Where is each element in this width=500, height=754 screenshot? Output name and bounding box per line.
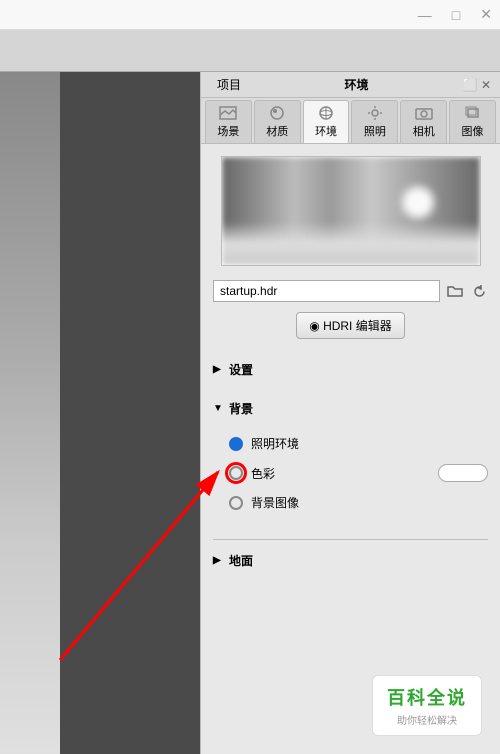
section-background: ▼ 背景 照明环境 色彩 背景图像 bbox=[213, 396, 488, 525]
radio-unselected-icon bbox=[229, 466, 243, 480]
tab-camera[interactable]: 相机 bbox=[400, 100, 447, 143]
radio-label: 色彩 bbox=[251, 465, 275, 482]
hdri-filename-input[interactable] bbox=[213, 280, 440, 302]
expand-arrow-icon: ▼ bbox=[213, 403, 225, 414]
section-settings: ▶ 设置 bbox=[213, 357, 488, 382]
watermark-title: 百科全说 bbox=[387, 684, 467, 710]
tab-environment[interactable]: 环境 bbox=[303, 100, 350, 143]
sphere-icon: ◉ bbox=[309, 319, 323, 333]
panel-body: ◉ HDRI 编辑器 ▶ 设置 ▼ 背景 照明环境 bbox=[201, 144, 500, 754]
panel-popout-icon[interactable]: ⬜ bbox=[462, 78, 478, 92]
tab-row: 场景 材质 环境 照明 bbox=[201, 98, 500, 144]
refresh-icon[interactable] bbox=[470, 282, 488, 300]
tab-material[interactable]: 材质 bbox=[254, 100, 301, 143]
close-window-button[interactable]: ✕ bbox=[480, 6, 492, 23]
watermark: 百科全说 助你轻松解决 bbox=[372, 675, 482, 736]
tab-image[interactable]: 图像 bbox=[449, 100, 496, 143]
window-titlebar: — □ ✕ bbox=[0, 0, 500, 30]
collapse-arrow-icon: ▶ bbox=[213, 364, 225, 375]
environment-icon bbox=[316, 105, 336, 121]
viewport-render-area bbox=[60, 72, 200, 754]
camera-icon bbox=[414, 105, 434, 121]
section-title: 设置 bbox=[229, 361, 253, 378]
section-ground-header[interactable]: ▶ 地面 bbox=[213, 548, 488, 573]
properties-panel: 项目 环境 ⬜ ✕ 场景 材质 环境 bbox=[200, 72, 500, 754]
section-title: 背景 bbox=[229, 400, 253, 417]
project-tab[interactable]: 项目 bbox=[207, 74, 251, 95]
divider bbox=[213, 539, 488, 540]
tab-lighting[interactable]: 照明 bbox=[351, 100, 398, 143]
collapse-arrow-icon: ▶ bbox=[213, 555, 225, 566]
toolbar bbox=[0, 30, 500, 72]
minimize-button[interactable]: — bbox=[418, 7, 432, 23]
panel-close-icon[interactable]: ✕ bbox=[478, 78, 494, 92]
tab-label: 相机 bbox=[413, 123, 435, 139]
radio-bg-image[interactable]: 背景图像 bbox=[229, 488, 488, 517]
section-settings-header[interactable]: ▶ 设置 bbox=[213, 357, 488, 382]
maximize-button[interactable]: □ bbox=[452, 7, 460, 23]
radio-label: 照明环境 bbox=[251, 435, 299, 452]
scene-icon bbox=[218, 105, 238, 121]
tab-label: 材质 bbox=[266, 123, 288, 139]
hdri-editor-button[interactable]: ◉ HDRI 编辑器 bbox=[296, 312, 404, 339]
radio-label: 背景图像 bbox=[251, 494, 299, 511]
section-title: 地面 bbox=[229, 552, 253, 569]
section-ground: ▶ 地面 bbox=[213, 548, 488, 573]
radio-lighting-env[interactable]: 照明环境 bbox=[229, 429, 488, 458]
image-icon bbox=[463, 105, 483, 121]
tab-label: 照明 bbox=[364, 123, 386, 139]
radio-unselected-icon bbox=[229, 496, 243, 510]
panel-title: 环境 bbox=[251, 76, 462, 93]
material-icon bbox=[267, 105, 287, 121]
radio-color[interactable]: 色彩 bbox=[229, 458, 488, 488]
tab-label: 图像 bbox=[462, 123, 484, 139]
viewport[interactable] bbox=[0, 72, 200, 754]
tab-label: 环境 bbox=[315, 123, 337, 139]
hdri-preview[interactable] bbox=[221, 156, 481, 266]
section-background-header[interactable]: ▼ 背景 bbox=[213, 396, 488, 421]
radio-selected-icon bbox=[229, 437, 243, 451]
tab-label: 场景 bbox=[217, 123, 239, 139]
watermark-subtitle: 助你轻松解决 bbox=[387, 712, 467, 727]
folder-open-icon[interactable] bbox=[446, 282, 464, 300]
color-swatch[interactable] bbox=[438, 464, 488, 482]
tab-scene[interactable]: 场景 bbox=[205, 100, 252, 143]
panel-header: 项目 环境 ⬜ ✕ bbox=[201, 72, 500, 98]
lighting-icon bbox=[365, 105, 385, 121]
